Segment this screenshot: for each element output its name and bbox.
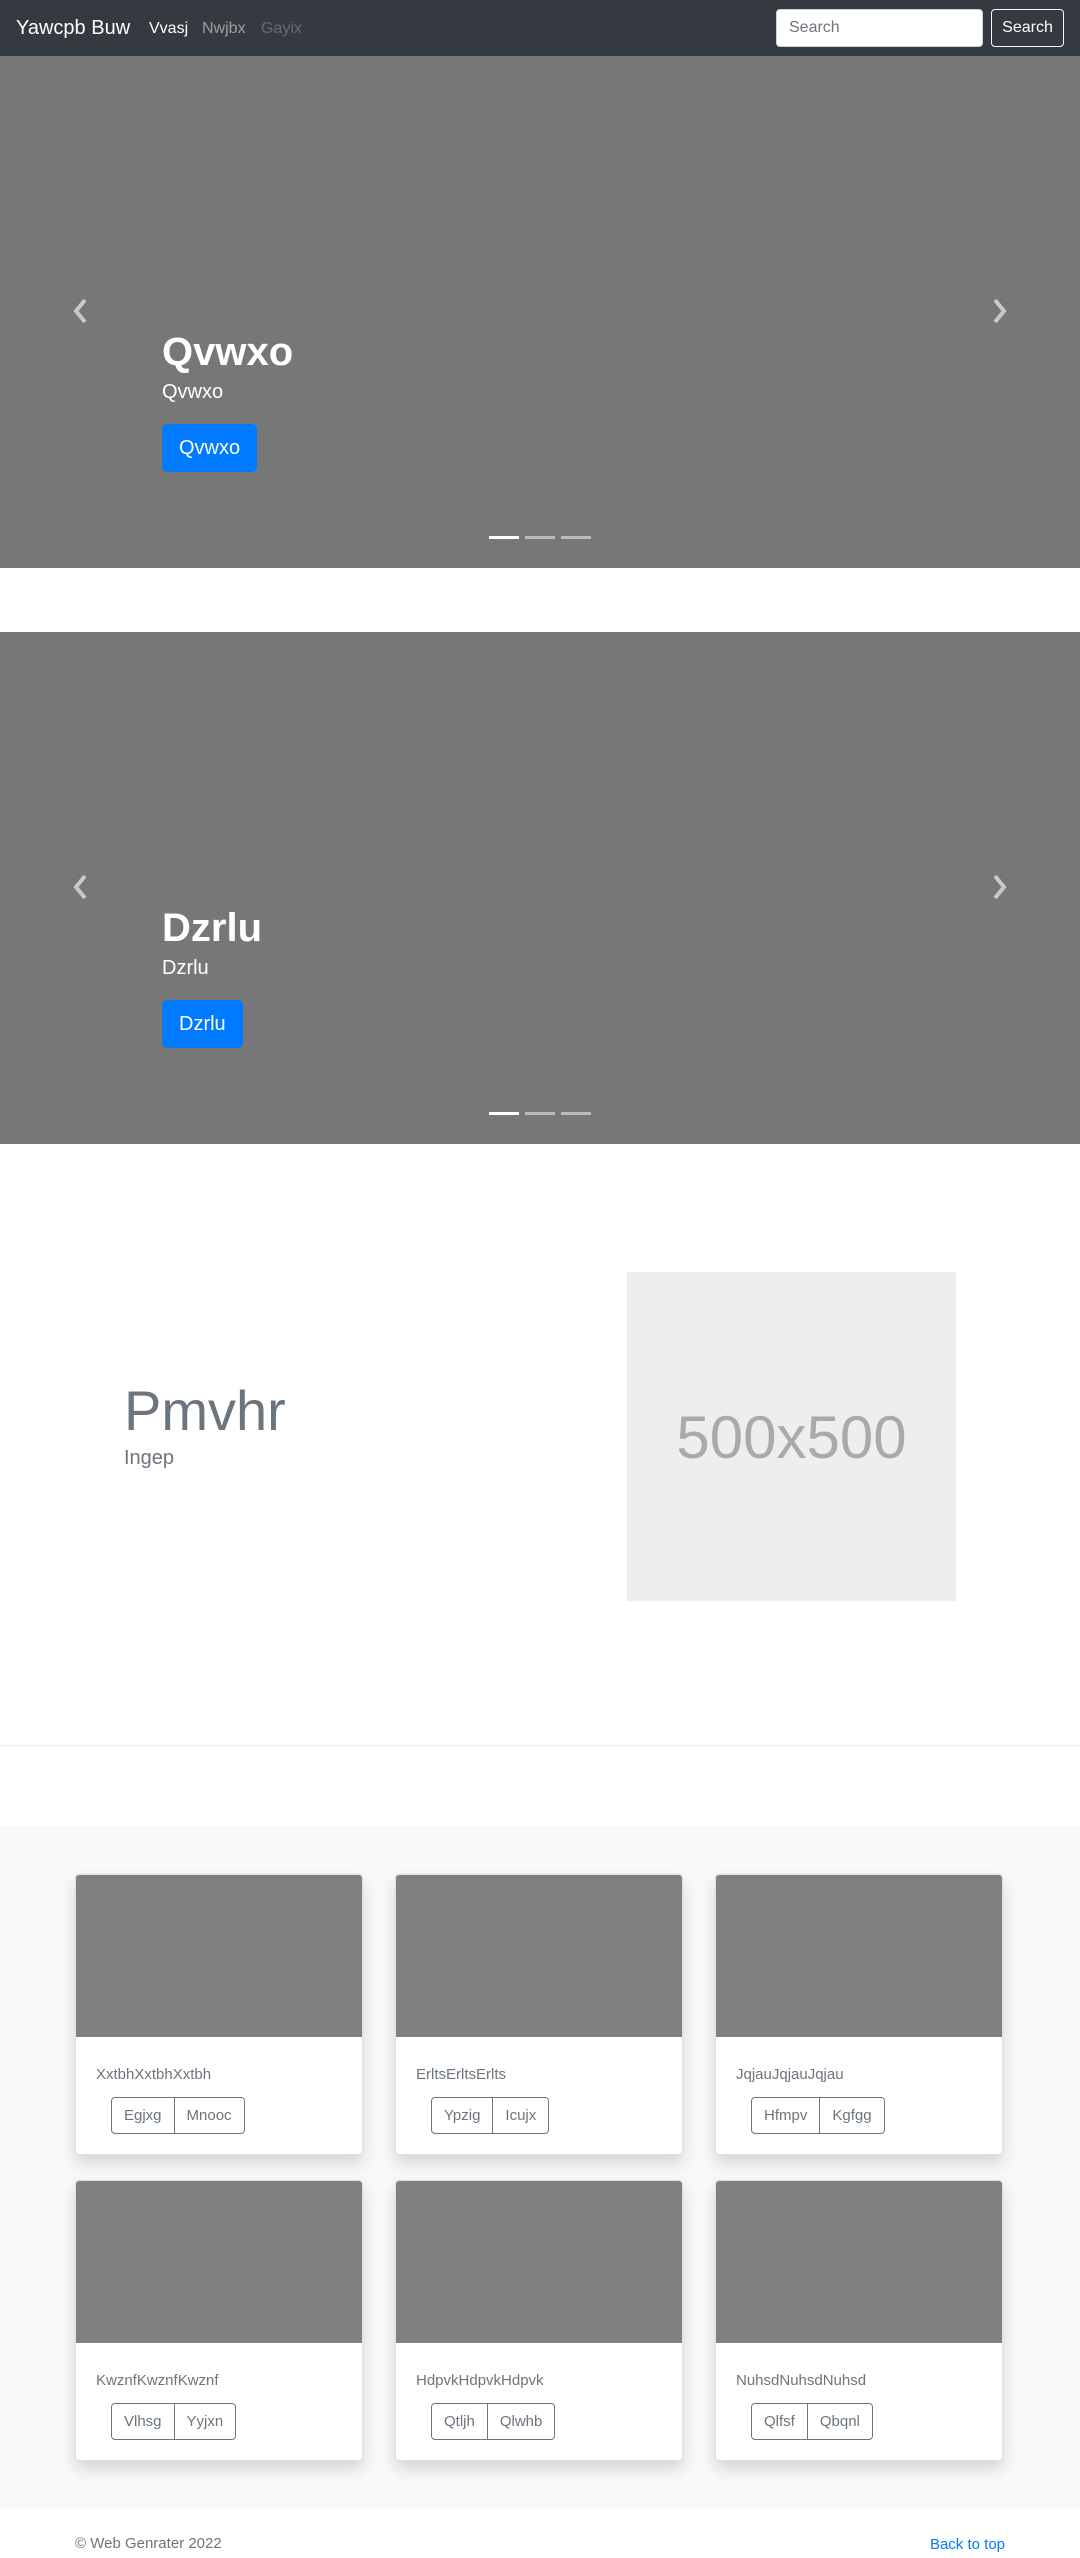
card-text: JqjauJqjauJqjau xyxy=(736,2066,844,2083)
back-to-top-link[interactable]: Back to top xyxy=(930,2535,1005,2555)
album-section: XxtbhXxtbhXxtbh Egjxg Mnooc ErltsErltsEr… xyxy=(0,1826,1080,2508)
carousel-2-indicator-1[interactable] xyxy=(489,1112,519,1115)
carousel-1-indicator-1[interactable] xyxy=(489,536,519,539)
card-button-view[interactable]: Hfmpv xyxy=(751,2097,821,2134)
card-button-view[interactable]: Qlfsf xyxy=(751,2403,808,2440)
card-image xyxy=(716,1875,1002,2037)
search-input[interactable] xyxy=(776,9,983,47)
carousel-2-text: Dzrlu xyxy=(162,957,209,979)
carousel-1-indicator-2[interactable] xyxy=(525,536,555,539)
chevron-right-icon xyxy=(993,298,1007,324)
card-image xyxy=(76,1875,362,2037)
footer-copyright: © Web Genrater 2022 xyxy=(75,2535,222,2552)
carousel-1-next-control[interactable] xyxy=(990,296,1010,326)
carousel-1-prev-control[interactable] xyxy=(70,296,90,326)
carousel-2-indicator-2[interactable] xyxy=(525,1112,555,1115)
card-1: XxtbhXxtbhXxtbh Egjxg Mnooc xyxy=(75,1874,363,2155)
featurette-divider xyxy=(0,1745,1080,1746)
card-button-edit[interactable]: Qbqnl xyxy=(806,2403,873,2440)
card-button-view[interactable]: Egjxg xyxy=(111,2097,175,2134)
card-image xyxy=(396,2181,682,2343)
card-button-view[interactable]: Qtljh xyxy=(431,2403,488,2440)
featurette-lead: Ingep xyxy=(124,1447,175,1469)
card-image xyxy=(76,2181,362,2343)
card-2: ErltsErltsErlts Ypzig Icujx xyxy=(395,1874,683,2155)
card-button-view[interactable]: Ypzig xyxy=(431,2097,494,2134)
chevron-left-icon xyxy=(73,298,87,324)
carousel-2: Dzrlu Dzrlu Dzrlu xyxy=(0,632,1080,1144)
carousel-1-button[interactable]: Qvwxo xyxy=(162,424,258,472)
carousel-2-heading: Dzrlu xyxy=(162,906,262,950)
carousel-2-indicators xyxy=(489,1112,591,1115)
navbar-brand[interactable]: Yawcpb Buw xyxy=(16,16,130,40)
card-button-edit[interactable]: Qlwhb xyxy=(486,2403,556,2440)
carousel-1-caption: Qvwxo Qvwxo Qvwxo xyxy=(162,328,293,472)
card-button-group: Qtljh Qlwhb xyxy=(431,2403,556,2440)
carousel-2-indicator-3[interactable] xyxy=(561,1112,591,1115)
card-6: NuhsdNuhsdNuhsd Qlfsf Qbqnl xyxy=(715,2180,1003,2461)
card-button-group: Egjxg Mnooc xyxy=(111,2097,245,2134)
navbar: Yawcpb Buw Vvasj Nwjbx Gayix Search xyxy=(0,0,1080,56)
card-text: NuhsdNuhsdNuhsd xyxy=(736,2372,867,2389)
featurette-placeholder-image: 500x500 xyxy=(627,1272,956,1601)
carousel-2-prev-control[interactable] xyxy=(70,872,90,902)
carousel-1: Qvwxo Qvwxo Qvwxo xyxy=(0,56,1080,568)
carousel-1-text: Qvwxo xyxy=(162,381,224,403)
card-image xyxy=(716,2181,1002,2343)
card-4: KwznfKwznfKwznf Vlhsg Yyjxn xyxy=(75,2180,363,2461)
featurette-heading: Pmvhr xyxy=(124,1379,286,1442)
card-3: JqjauJqjauJqjau Hfmpv Kgfgg xyxy=(715,1874,1003,2155)
carousel-1-heading: Qvwxo xyxy=(162,330,294,374)
carousel-2-button[interactable]: Dzrlu xyxy=(162,1000,243,1048)
card-button-edit[interactable]: Mnooc xyxy=(173,2097,245,2134)
card-5: HdpvkHdpvkHdpvk Qtljh Qlwhb xyxy=(395,2180,683,2461)
card-button-group: Qlfsf Qbqnl xyxy=(751,2403,873,2440)
card-image xyxy=(396,1875,682,2037)
carousel-1-indicator-3[interactable] xyxy=(561,536,591,539)
card-button-edit[interactable]: Icujx xyxy=(492,2097,550,2134)
nav-link-2[interactable]: Nwjbx xyxy=(202,19,246,39)
nav-link-3-disabled: Gayix xyxy=(261,20,302,37)
card-text: HdpvkHdpvkHdpvk xyxy=(416,2372,544,2389)
nav-link-1[interactable]: Vvasj xyxy=(149,19,188,39)
chevron-left-icon xyxy=(73,874,87,900)
placeholder-image-label: 500x500 xyxy=(676,1404,907,1471)
card-text: XxtbhXxtbhXxtbh xyxy=(96,2066,212,2083)
search-button[interactable]: Search xyxy=(991,9,1064,47)
card-button-group: Hfmpv Kgfgg xyxy=(751,2097,885,2134)
card-text: ErltsErltsErlts xyxy=(416,2066,506,2083)
card-button-group: Vlhsg Yyjxn xyxy=(111,2403,237,2440)
carousel-2-caption: Dzrlu Dzrlu Dzrlu xyxy=(162,904,262,1048)
card-button-group: Ypzig Icujx xyxy=(431,2097,550,2134)
card-button-edit[interactable]: Yyjxn xyxy=(173,2403,237,2440)
carousel-1-indicators xyxy=(489,536,591,539)
carousel-2-next-control[interactable] xyxy=(990,872,1010,902)
card-button-edit[interactable]: Kgfgg xyxy=(819,2097,885,2134)
card-text: KwznfKwznfKwznf xyxy=(96,2372,219,2389)
card-button-view[interactable]: Vlhsg xyxy=(111,2403,175,2440)
chevron-right-icon xyxy=(993,874,1007,900)
